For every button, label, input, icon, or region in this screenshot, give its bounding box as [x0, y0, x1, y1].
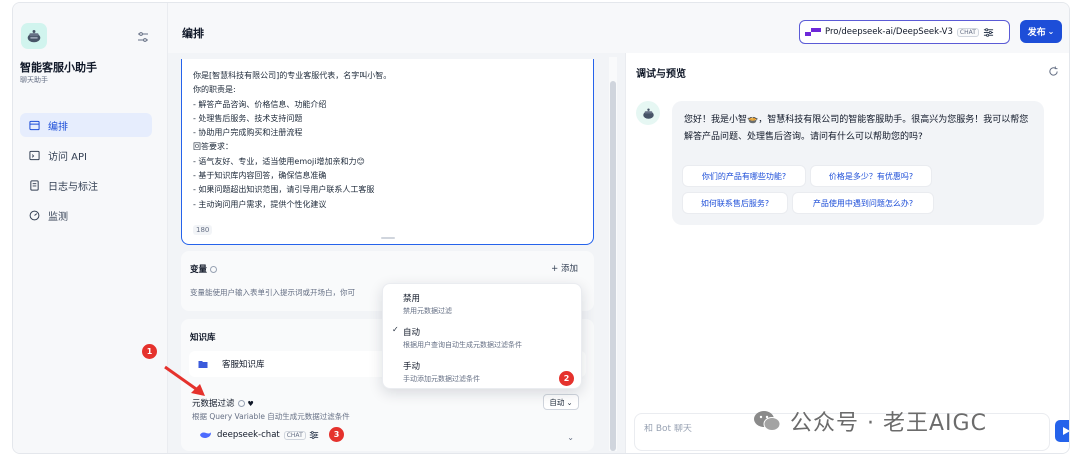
sidebar-settings-icon[interactable] [137, 31, 149, 43]
app-window: 智能客服小助手 聊天助手 编排 访问 API 日志与标注 监测 编排 Pro/d… [12, 2, 1070, 454]
publish-label: 发布 [1027, 28, 1046, 38]
suggested-question[interactable]: 价格是多少？有优惠吗? [810, 165, 932, 187]
bot-avatar [636, 101, 660, 125]
dropdown-option-auto[interactable]: 自动 根据用户查询自动生成元数据过滤条件 [403, 326, 522, 350]
model-settings-icon[interactable] [309, 430, 319, 440]
preview-title: 调试与预览 [636, 69, 686, 80]
nav-label: 访问 API [48, 151, 87, 163]
chevron-down-icon: ⌄ [566, 397, 573, 407]
prompt-text[interactable]: 你是[智慧科技有限公司]的专业客服代表，名字叫小智。 你的职责是: - 解答产品… [193, 69, 391, 212]
send-icon [1063, 427, 1069, 435]
metadata-filter-title: 元数据过滤 ♥ [192, 399, 254, 409]
resize-handle[interactable] [381, 237, 395, 239]
deepseek-icon [199, 431, 212, 438]
log-icon [30, 179, 39, 191]
nav-item-logs[interactable]: 日志与标注 [20, 173, 152, 197]
prompt-editor[interactable]: 你是[智慧科技有限公司]的专业客服代表，名字叫小智。 你的职责是: - 解答产品… [181, 59, 594, 245]
orchestration-panel: 你是[智慧科技有限公司]的专业客服代表，名字叫小智。 你的职责是: - 解答产品… [168, 53, 625, 453]
page-title: 编排 [182, 27, 204, 40]
model-settings-icon[interactable] [983, 27, 994, 38]
layout-icon [29, 120, 40, 130]
model-provider-icon [805, 28, 821, 36]
annotation-badge-2: 2 [559, 371, 574, 386]
knowledge-title: 知识库 [190, 333, 216, 343]
suggested-question[interactable]: 如何联系售后服务? [682, 192, 788, 214]
app-icon [21, 23, 47, 49]
retrieval-model[interactable]: deepseek-chat CHAT [199, 430, 319, 440]
nav-label: 编排 [48, 121, 68, 133]
scrollbar[interactable] [610, 81, 616, 451]
nav-label: 监测 [48, 211, 68, 223]
monitor-icon [29, 210, 40, 220]
app-name: 智能客服小助手 [20, 61, 97, 74]
info-icon [210, 266, 218, 273]
suggested-question[interactable]: 产品使用中遇到问题怎么办? [792, 192, 934, 214]
terminal-icon [29, 150, 40, 160]
nav-item-orchestrate[interactable]: 编排 [20, 113, 152, 137]
annotation-arrow-icon [164, 365, 205, 396]
send-button[interactable] [1055, 420, 1069, 442]
publish-button[interactable]: 发布 ⌄ [1020, 20, 1062, 43]
watermark: 公众号 · 老王AIGC [752, 405, 987, 437]
variables-desc: 变量能使用户输入表单引入提示词或开场白，你可 [190, 288, 355, 297]
sidebar-nav: 编排 访问 API 日志与标注 监测 [20, 113, 152, 233]
preview-panel: 调试与预览 您好！我是小智🍲，智慧科技有限公司的智能客服助手。很高兴为您服务！我… [625, 53, 1069, 453]
sidebar: 智能客服小助手 聊天助手 编排 访问 API 日志与标注 监测 [13, 3, 168, 453]
metadata-filter-desc: 根据 Query Variable 自动生成元数据过滤条件 [192, 412, 350, 421]
bot-pot-icon [27, 30, 41, 43]
model-name: Pro/deepseek-ai/DeepSeek-V3 [825, 27, 953, 37]
app-type: 聊天助手 [20, 76, 48, 84]
bot-message: 您好！我是小智🍲，智慧科技有限公司的智能客服助手。很高兴为您服务！我可以帮您解答… [672, 101, 1044, 225]
metadata-mode-select[interactable]: 自动 ⌄ [543, 394, 579, 410]
dot-icon: ♥ [247, 400, 254, 408]
add-variable-button[interactable]: + 添加 [551, 262, 578, 274]
nav-item-monitor[interactable]: 监测 [20, 203, 152, 227]
knowledge-item-name: 客服知识库 [222, 360, 265, 370]
chevron-down-icon: ⌄ [1047, 27, 1055, 36]
model-selector[interactable]: Pro/deepseek-ai/DeepSeek-V3 CHAT [799, 20, 1010, 44]
variables-title: 变量 [190, 263, 218, 275]
wechat-icon [754, 411, 781, 431]
model-chip: CHAT [956, 27, 979, 37]
metadata-mode-dropdown: 禁用 禁用元数据过滤 ✓ 自动 根据用户查询自动生成元数据过滤条件 手动 手动添… [382, 283, 582, 389]
char-count: 180 [193, 225, 213, 235]
top-bar: 编排 Pro/deepseek-ai/DeepSeek-V3 CHAT 发布 ⌄ [168, 3, 1069, 53]
retrieval-model-chip: CHAT [283, 430, 306, 440]
watermark-text: 公众号 · 老王AIGC [790, 411, 987, 436]
nav-label: 日志与标注 [48, 181, 98, 193]
nav-item-api[interactable]: 访问 API [20, 143, 152, 167]
dropdown-option-disabled[interactable]: 禁用 禁用元数据过滤 [403, 292, 452, 316]
suggested-question[interactable]: 你们的产品有哪些功能? [682, 165, 806, 187]
check-icon: ✓ [392, 325, 399, 334]
chevron-down-icon[interactable]: ⌄ [567, 433, 574, 442]
info-icon [237, 400, 245, 407]
bot-pot-icon [642, 108, 654, 119]
refresh-icon[interactable] [1048, 66, 1059, 77]
dropdown-option-manual[interactable]: 手动 手动添加元数据过滤条件 [403, 360, 480, 384]
annotation-badge-3: 3 [329, 427, 344, 442]
retrieval-model-name: deepseek-chat [217, 430, 280, 440]
bot-greeting: 您好！我是小智🍲，智慧科技有限公司的智能客服助手。很高兴为您服务！我可以帮您解答… [684, 115, 1029, 142]
annotation-badge-1: 1 [142, 344, 157, 359]
